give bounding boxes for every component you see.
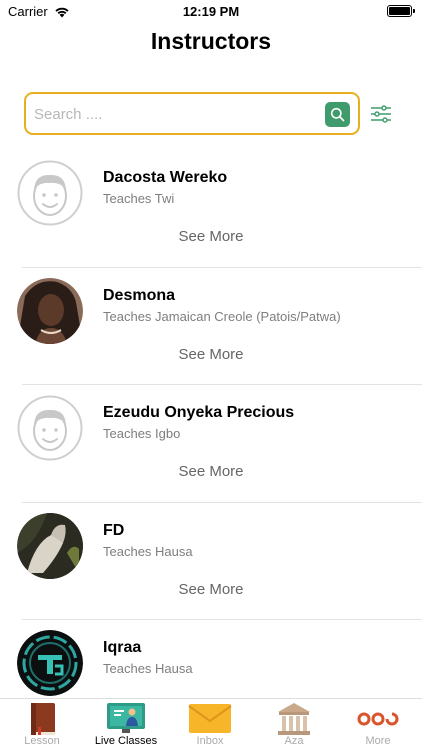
photo-avatar [17,277,83,344]
bank-icon [278,703,310,735]
page-title: Instructors [150,28,272,54]
instructor-language: Teaches Hausa [103,543,193,559]
photo-avatar [17,512,83,579]
tab-label: Live Classes [94,735,158,747]
instructor-row[interactable]: Dacosta Wereko Teaches Twi See More [0,150,422,268]
tab-more[interactable]: More [336,699,420,750]
envelope-icon [188,704,232,733]
instructor-name: Iqraa [103,639,142,656]
default-avatar-icon [17,160,83,226]
tab-inbox[interactable]: Inbox [168,699,252,750]
instructor-name: Ezeudu Onyeka Precious [103,404,295,421]
tab-aza[interactable]: Aza [252,699,336,750]
see-more-link[interactable]: See More [0,228,422,245]
see-more-link[interactable]: See More [0,346,422,363]
instructor-row[interactable]: Desmona Teaches Jamaican Creole (Patois/… [0,268,422,385]
battery-icon [387,5,415,17]
tab-live-classes[interactable]: Live Classes [84,699,168,750]
instructor-name: FD [103,521,125,539]
search-input[interactable] [34,100,314,128]
status-bar: Carrier 12:19 PM [0,0,422,22]
instructor-name: Dacosta Wereko [103,169,228,186]
instructor-row[interactable]: Ezeudu Onyeka Precious Teaches Igbo See … [0,385,422,503]
tab-bar: Lesson Live Classes Inbox Aza More [0,698,422,750]
see-more-link[interactable]: See More [0,581,422,598]
instructor-row[interactable]: FD Teaches Hausa See More [0,503,422,620]
instructor-name: Desmona [103,286,176,304]
search-bar [24,92,360,135]
tab-label: Aza [284,735,304,747]
instructor-language: Teaches Jamaican Creole (Patois/Patwa) [103,308,341,324]
book-icon [31,703,55,735]
filter-sliders-icon [371,105,391,123]
status-time: 12:19 PM [182,4,240,19]
tab-label: More [365,735,391,747]
tab-label: Lesson [24,735,60,747]
more-dots-icon [357,712,399,726]
search-icon [330,107,345,122]
tab-lesson[interactable]: Lesson [0,699,84,750]
filter-button[interactable] [370,104,392,124]
search-button[interactable] [325,102,350,127]
instructor-list: Dacosta Wereko Teaches Twi See More Desm… [0,150,422,738]
teacher-screen-icon [107,703,145,733]
instructor-language: Teaches Igbo [103,426,181,441]
logo-avatar [17,630,83,696]
instructor-language: Teaches Twi [103,191,175,206]
tab-label: Inbox [196,735,224,747]
instructor-language: Teaches Hausa [103,661,193,676]
default-avatar-icon [17,395,83,461]
see-more-link[interactable]: See More [0,463,422,480]
